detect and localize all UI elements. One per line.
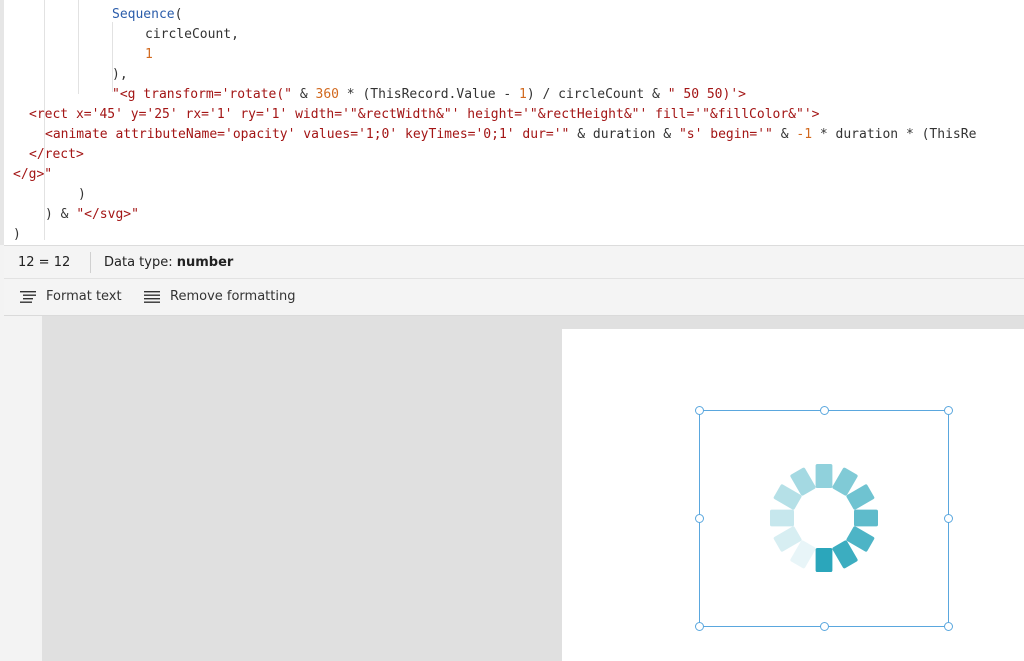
resize-handle-bottom-right[interactable]	[944, 622, 953, 631]
code-line: </g>"	[13, 165, 52, 185]
remove-formatting-button[interactable]: Remove formatting	[144, 279, 296, 315]
code-token: <animate attributeName='opacity' values=…	[45, 127, 570, 142]
code-token: 1	[145, 47, 153, 62]
code-line: </rect>	[29, 145, 84, 165]
code-line: ) & "</svg>"	[45, 205, 139, 225]
data-type-value: number	[176, 255, 234, 270]
data-type-info: Data type: number	[104, 246, 233, 279]
code-token: "</svg>"	[76, 207, 139, 222]
format-text-button[interactable]: Format text	[20, 279, 122, 315]
code-token: 360	[315, 87, 339, 102]
resize-handle-top-right[interactable]	[944, 406, 953, 415]
code-token: -1	[796, 127, 813, 142]
resize-handle-bottom[interactable]	[820, 622, 829, 631]
code-token: & duration &	[569, 127, 679, 142]
remove-formatting-label: Remove formatting	[170, 289, 296, 304]
data-type-label: Data type:	[104, 255, 177, 270]
code-token: )	[13, 227, 21, 242]
formula-status-bar: 12 = 12 Data type: number	[4, 245, 1024, 279]
code-token: " 50 50)'>	[667, 87, 746, 102]
formula-editor[interactable]: Sequence( circleCount, 1), "<g transform='r…	[0, 0, 1024, 245]
code-token: ) / circleCount &	[526, 87, 668, 102]
resize-handle-top[interactable]	[820, 406, 829, 415]
format-text-label: Format text	[46, 289, 122, 304]
formula-result: 12 = 12	[18, 255, 71, 270]
code-token: )	[78, 187, 86, 202]
resize-handle-top-left[interactable]	[695, 406, 704, 415]
code-line: 1	[145, 45, 153, 65]
format-text-icon	[20, 291, 36, 303]
code-token: * (ThisRecord.Value -	[338, 87, 519, 102]
spinner-segment	[815, 548, 833, 572]
code-line: <rect x='45' y='25' rx='1' ry='1' width=…	[29, 105, 820, 125]
formula-toolbar: Format text Remove formatting	[4, 279, 1024, 316]
spinner-segment	[770, 509, 794, 527]
left-panel-strip	[0, 316, 42, 661]
loading-spinner-icon	[770, 464, 878, 572]
code-line: <animate attributeName='opacity' values=…	[45, 125, 976, 145]
code-token: circleCount,	[145, 27, 239, 42]
resize-handle-left[interactable]	[695, 514, 704, 523]
code-token: "s' begin='"	[678, 127, 773, 142]
code-token: ) &	[45, 207, 77, 222]
code-line: Sequence(	[112, 5, 182, 25]
code-line: ),	[112, 65, 128, 85]
code-line: )	[13, 225, 21, 245]
code-token: <rect x='45' y='25' rx='1' ry='1' width=…	[29, 107, 820, 122]
resize-handle-right[interactable]	[944, 514, 953, 523]
code-token: "<g transform='rotate("	[112, 87, 293, 102]
code-token: </rect>	[29, 147, 84, 162]
status-divider	[90, 252, 91, 273]
code-token: * duration * (ThisRe	[812, 127, 977, 142]
remove-formatting-icon	[144, 291, 160, 303]
code-token: Sequence	[112, 7, 175, 22]
code-token: 1	[519, 87, 527, 102]
code-token: ),	[112, 67, 128, 82]
resize-handle-bottom-left[interactable]	[695, 622, 704, 631]
code-token: &	[292, 87, 316, 102]
spinner-segment	[854, 509, 878, 527]
code-token: &	[772, 127, 797, 142]
code-token: (	[174, 7, 183, 22]
code-line: "<g transform='rotate(" & 360 * (ThisRec…	[112, 85, 746, 105]
code-line: circleCount,	[145, 25, 239, 45]
code-token: </g>"	[13, 167, 53, 182]
indent-guide	[78, 0, 79, 94]
code-line: )	[78, 185, 86, 205]
spinner-segment	[815, 464, 833, 488]
